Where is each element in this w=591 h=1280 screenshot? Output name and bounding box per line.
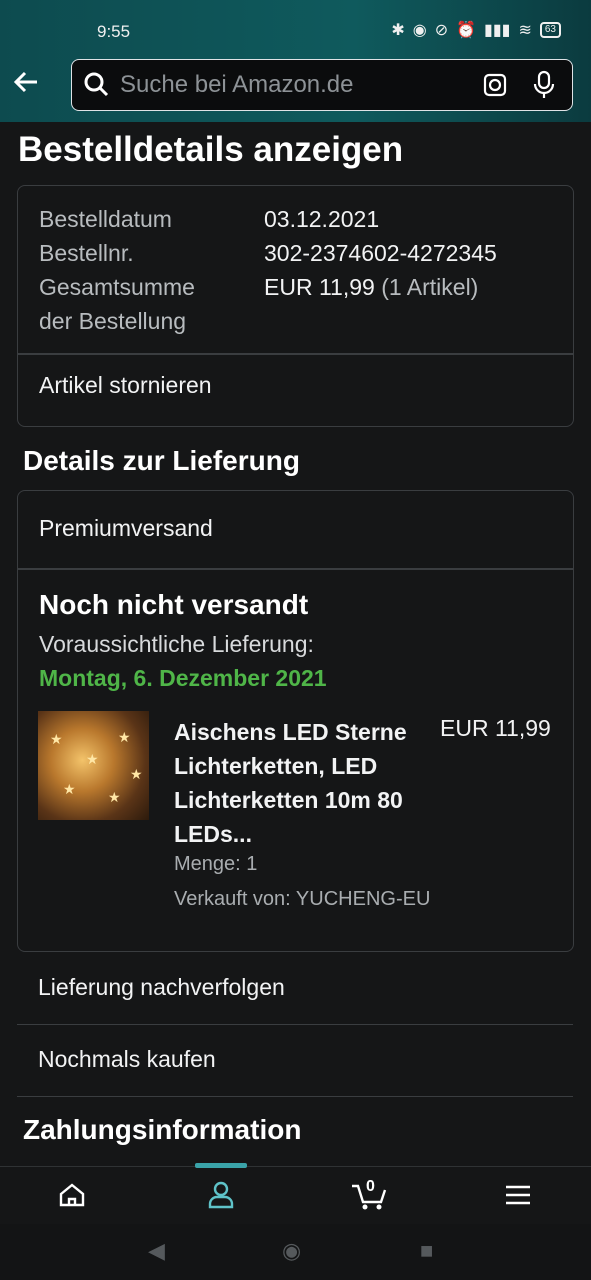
divider <box>18 568 573 570</box>
app-header: Suche bei Amazon.de <box>0 52 591 122</box>
star-decoration: ★ <box>86 751 99 767</box>
bluetooth-icon: ✱ <box>391 22 405 39</box>
product-image[interactable]: ★ ★ ★ ★ ★ ★ <box>38 711 149 820</box>
star-decoration: ★ <box>50 731 63 747</box>
microphone-icon[interactable] <box>532 70 556 105</box>
order-total-label-line1: Gesamtsumme <box>39 274 195 300</box>
alarm-icon: ⏰ <box>456 22 477 39</box>
buy-again-label: Nochmals kaufen <box>38 1046 216 1072</box>
star-decoration: ★ <box>108 789 121 805</box>
search-input[interactable]: Suche bei Amazon.de <box>120 71 354 99</box>
account-icon[interactable] <box>204 1178 238 1212</box>
star-decoration: ★ <box>63 781 76 797</box>
search-bar[interactable]: Suche bei Amazon.de <box>71 59 573 111</box>
cart-count-badge: 0 <box>366 1178 375 1195</box>
system-recents-icon[interactable]: ■ <box>420 1238 433 1264</box>
system-back-icon[interactable]: ◀ <box>148 1238 165 1264</box>
back-arrow-icon[interactable] <box>12 68 40 104</box>
order-total-label-line2: der Bestellung <box>39 308 187 334</box>
delivery-section-title: Details zur Lieferung <box>23 445 300 476</box>
order-date-value: 03.12.2021 <box>264 206 380 232</box>
vibrate-icon: ◉ <box>412 22 427 39</box>
buy-again-button[interactable]: Nochmals kaufen <box>17 1026 573 1097</box>
order-number-value: 302-2374602-4272345 <box>264 240 497 266</box>
expected-delivery-label: Voraussichtliche Lieferung: <box>39 631 314 657</box>
payment-section-title: Zahlungsinformation <box>23 1114 302 1145</box>
order-item-count: (1 Artikel) <box>381 274 479 300</box>
delivery-card: Premiumversand Noch nicht versandt Vorau… <box>17 490 574 952</box>
star-decoration: ★ <box>118 729 131 745</box>
signal-icon: ▮▮▮ <box>484 22 511 39</box>
battery-icon: 63 <box>539 22 561 38</box>
wifi-icon: ≋ <box>518 22 532 39</box>
search-icon <box>82 70 110 103</box>
star-decoration: ★ <box>130 766 143 782</box>
product-seller: Verkauft von: YUCHENG-EU <box>174 888 431 910</box>
status-time: 9:55 <box>97 22 131 41</box>
home-icon[interactable] <box>55 1178 89 1212</box>
status-icons: ✱ ◉ ⊘ ⏰ ▮▮▮ ≋ 63 <box>391 20 561 40</box>
order-date-label: Bestelldatum <box>39 206 172 232</box>
camera-scan-icon[interactable] <box>482 72 508 103</box>
divider <box>18 353 573 355</box>
product-title[interactable]: Aischens LED Sterne Lichterketten, LED L… <box>174 715 424 851</box>
mute-icon: ⊘ <box>434 22 449 39</box>
order-total-amount: EUR 11,99 <box>264 274 375 300</box>
track-delivery-button[interactable]: Lieferung nachverfolgen <box>17 954 573 1025</box>
track-delivery-label: Lieferung nachverfolgen <box>38 974 285 1000</box>
order-total-value: EUR 11,99 (1 Artikel) <box>264 270 478 304</box>
menu-icon[interactable] <box>501 1178 535 1212</box>
cart-icon[interactable]: 0 <box>350 1178 390 1212</box>
active-tab-indicator <box>195 1163 247 1168</box>
cancel-items-link[interactable]: Artikel stornieren <box>39 372 212 399</box>
expected-delivery-date: Montag, 6. Dezember 2021 <box>39 665 327 691</box>
page-title: Bestelldetails anzeigen <box>18 130 404 169</box>
product-price: EUR 11,99 <box>440 715 551 741</box>
product-quantity: Menge: 1 <box>174 853 258 875</box>
order-number-label: Bestellnr. <box>39 240 134 266</box>
order-summary-card: Bestelldatum 03.12.2021 Bestellnr. 302-2… <box>17 185 574 427</box>
shipment-status: Noch nicht versandt <box>39 589 309 620</box>
shipping-method: Premiumversand <box>39 515 213 541</box>
system-home-icon[interactable]: ◉ <box>282 1238 301 1264</box>
